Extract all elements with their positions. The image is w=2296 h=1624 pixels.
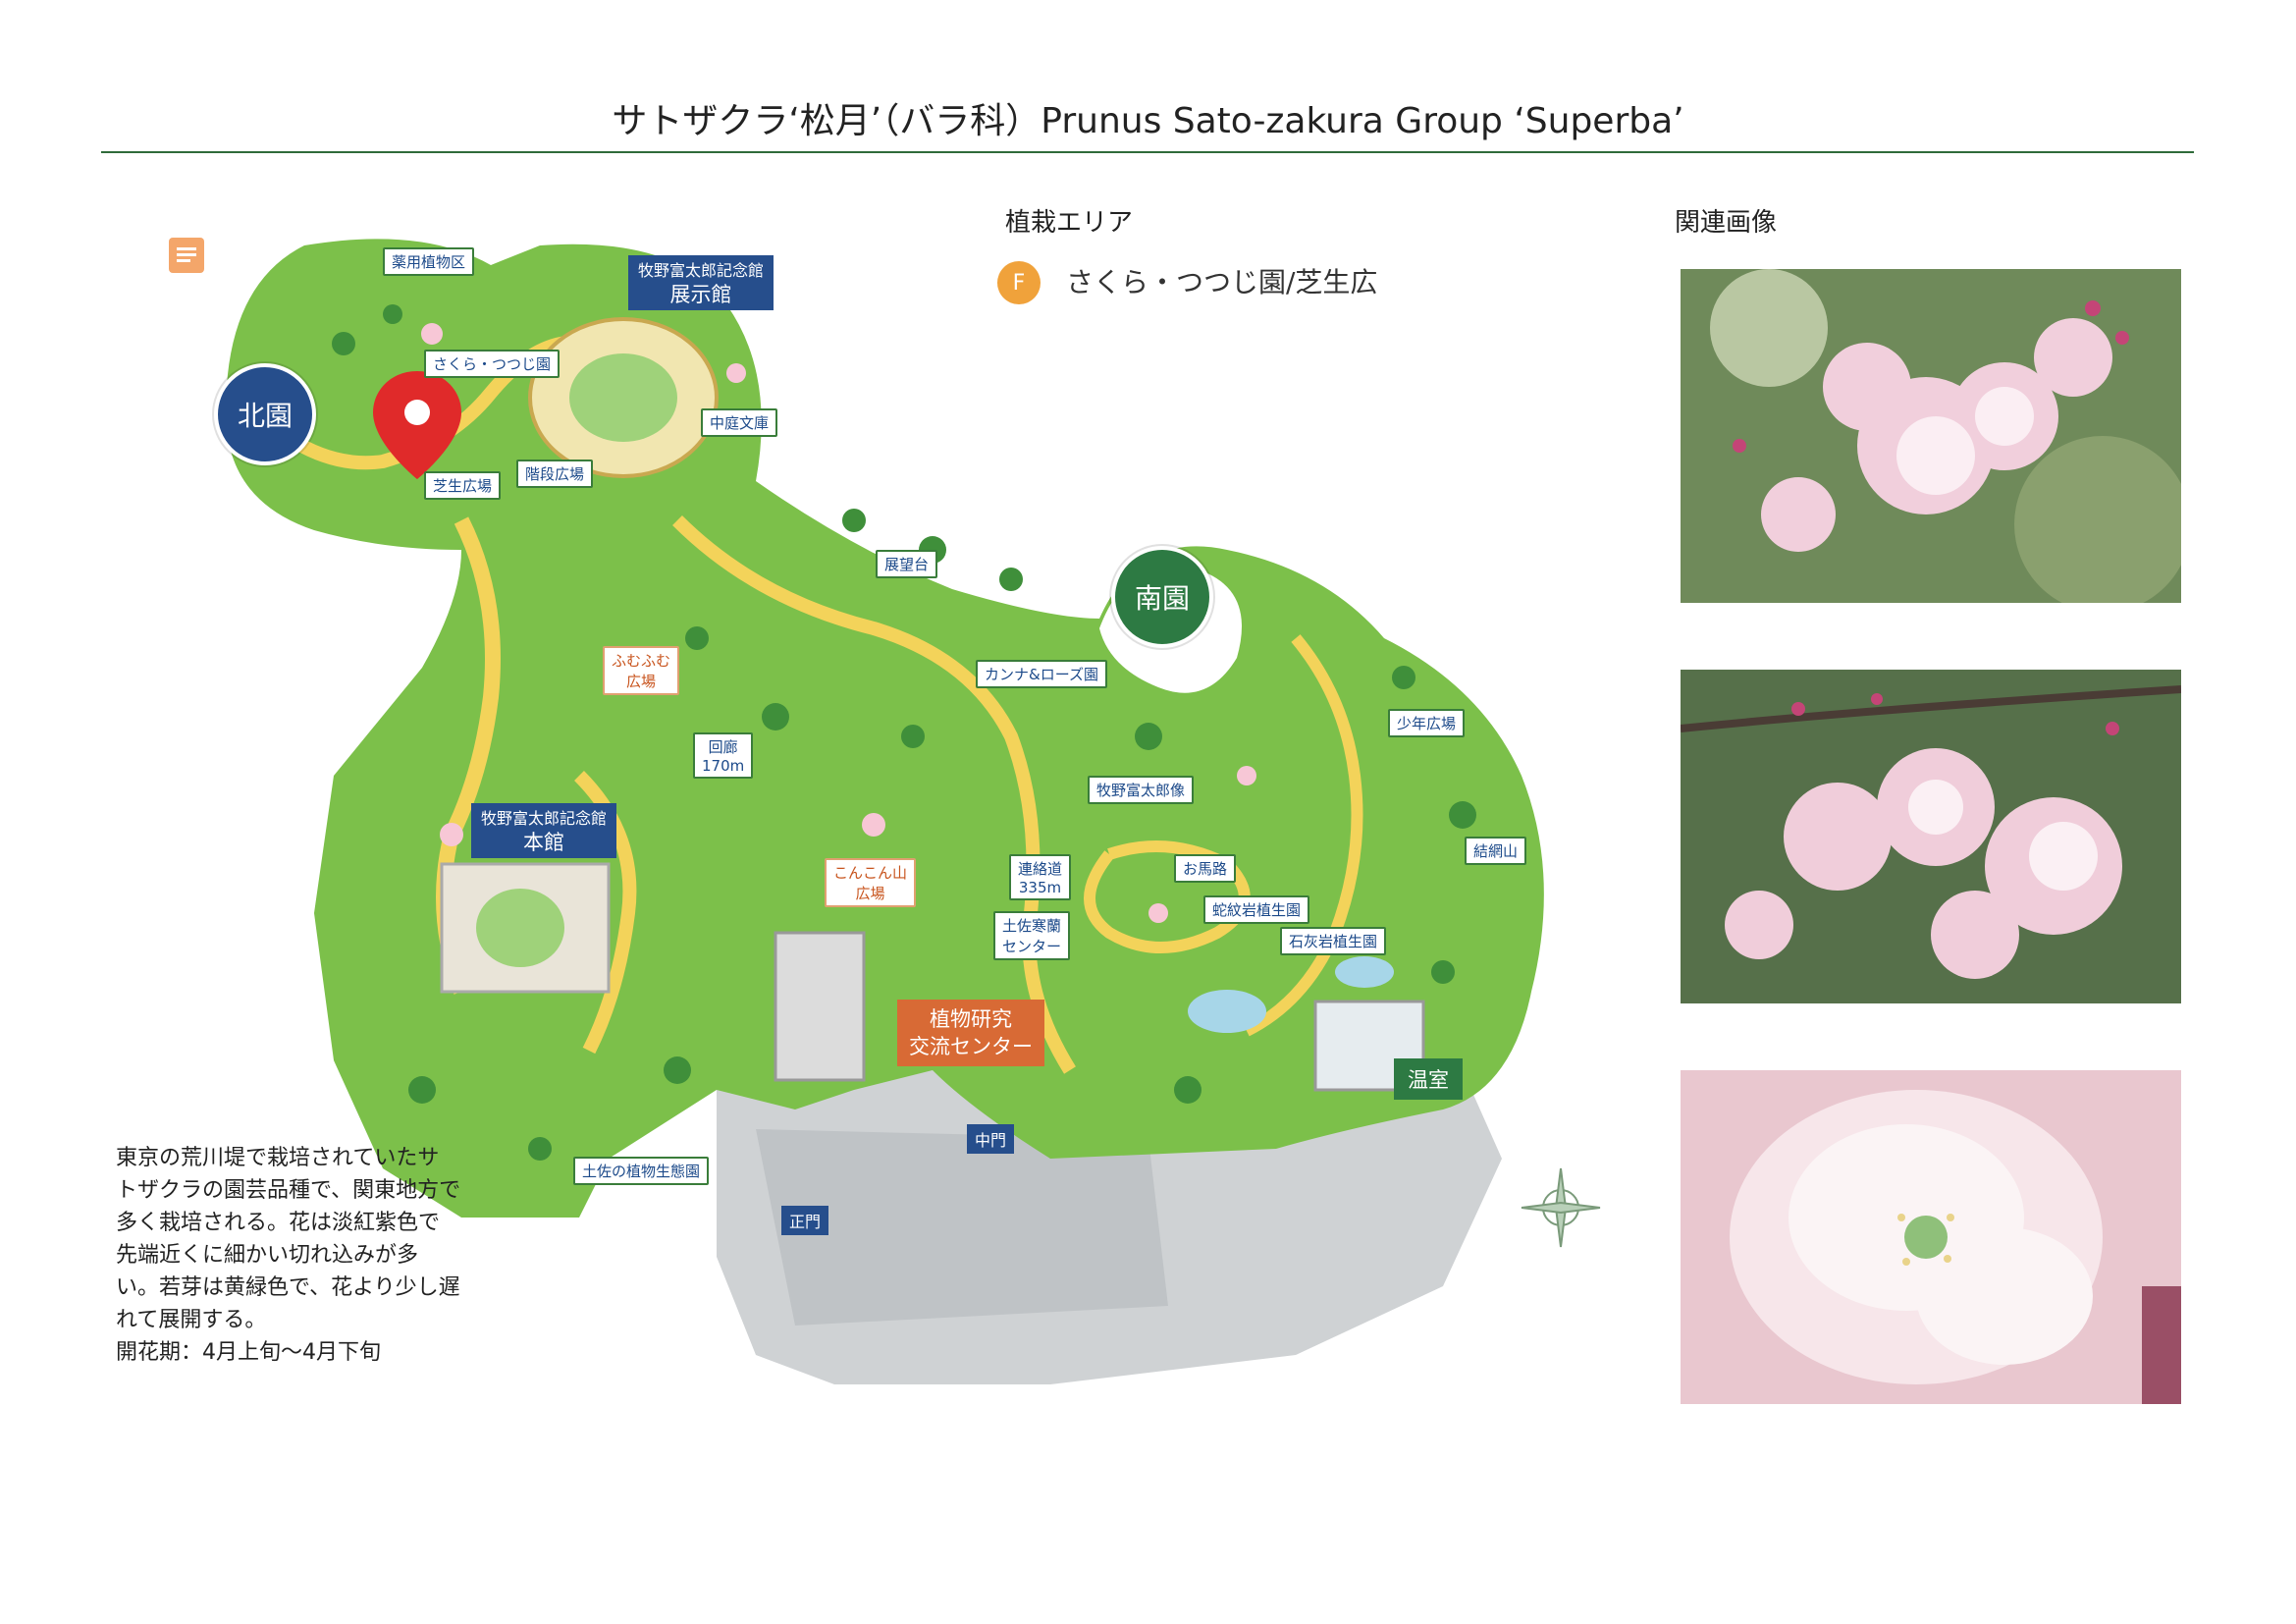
label-corridor[interactable]: 回廊 170m xyxy=(693,732,754,779)
label-tosa-kanran-1: 土佐寒蘭 xyxy=(1002,917,1062,935)
title-rule xyxy=(101,151,2194,153)
main-hall-line1: 牧野富太郎記念館 xyxy=(481,809,608,828)
description-line: 多く栽培される。花は淡紅紫色で xyxy=(116,1211,441,1235)
planting-area-heading: 植栽エリア xyxy=(1005,208,1134,238)
main-hall-label[interactable]: 牧野富太郎記念館 本館 xyxy=(471,803,617,858)
flowering-period: 開花期：4月上旬〜4月下旬 xyxy=(116,1340,381,1365)
compass-icon xyxy=(1521,1167,1601,1248)
label-tosa-kanran-2: センター xyxy=(1002,938,1062,955)
description-line: トザクラの園芸品種で、関東地方で xyxy=(116,1178,461,1203)
label-corridor-1: 回廊 xyxy=(708,738,738,756)
description-line: 先端近くに細かい切れ込みが多 xyxy=(116,1243,419,1268)
label-limestone[interactable]: 石灰岩植生園 xyxy=(1280,927,1387,955)
zone-south-badge[interactable]: 南園 xyxy=(1111,546,1213,648)
related-photo-2[interactable] xyxy=(1681,670,2181,1003)
label-ouma[interactable]: お馬路 xyxy=(1174,854,1237,883)
label-konkon-2: 広場 xyxy=(855,885,885,902)
label-fumufumu-1: ふむふむ xyxy=(612,652,671,670)
description-line: い。若芽は黄緑色で、花より少し遅 xyxy=(116,1275,460,1300)
label-courtyard[interactable]: 中庭文庫 xyxy=(701,408,778,437)
label-tosa-kanran[interactable]: 土佐寒蘭 センター xyxy=(993,911,1071,960)
main-hall-line2: 本館 xyxy=(523,831,564,854)
label-canna[interactable]: カンナ&ローズ園 xyxy=(976,660,1107,688)
description-line: れて展開する。 xyxy=(116,1308,267,1332)
related-photo-1[interactable] xyxy=(1681,269,2181,603)
label-serpentine[interactable]: 蛇紋岩植生園 xyxy=(1203,895,1310,924)
label-fumufumu-2: 広場 xyxy=(626,673,657,690)
label-sakura[interactable]: さくら・つつじ園 xyxy=(424,350,561,378)
page-title: サトザクラ‘松月’（バラ科）Prunus Sato-zakura Group ‘… xyxy=(612,101,1684,141)
label-lawn[interactable]: 芝生広場 xyxy=(424,471,502,500)
plant-description: 東京の荒川堤で栽培されていたサ トザクラの園芸品種で、関東地方で 多く栽培される… xyxy=(116,1142,508,1369)
related-images-heading: 関連画像 xyxy=(1675,208,1778,238)
main-gate-label[interactable]: 正門 xyxy=(781,1206,829,1235)
research-center-line2: 交流センター xyxy=(909,1035,1033,1058)
label-renraku-1: 連絡道 xyxy=(1018,860,1063,878)
greenhouse-label[interactable]: 温室 xyxy=(1394,1058,1463,1100)
label-observatory[interactable]: 展望台 xyxy=(876,550,938,578)
label-corridor-2: 170m xyxy=(702,757,745,775)
area-letter-badge: F xyxy=(997,261,1041,304)
exhibit-hall-line1: 牧野富太郎記念館 xyxy=(638,261,765,280)
label-tosa-ecology[interactable]: 土佐の植物生態園 xyxy=(573,1157,710,1185)
label-konkon[interactable]: こんこん山 広場 xyxy=(825,858,917,907)
label-renraku[interactable]: 連絡道 335m xyxy=(1009,854,1072,900)
research-center-line1: 植物研究 xyxy=(930,1007,1012,1031)
related-photo-3[interactable] xyxy=(1681,1070,2181,1404)
middle-gate-label[interactable]: 中門 xyxy=(967,1124,1015,1154)
research-center-label[interactable]: 植物研究 交流センター xyxy=(897,1000,1044,1066)
label-konkon-1: こんこん山 xyxy=(833,864,908,882)
label-stairs[interactable]: 階段広場 xyxy=(516,460,594,488)
exhibit-hall-line2: 展示館 xyxy=(669,283,732,306)
label-fumufumu[interactable]: ふむふむ 広場 xyxy=(603,646,680,695)
label-makino-statue[interactable]: 牧野富太郎像 xyxy=(1088,776,1195,804)
label-renraku-2: 335m xyxy=(1018,879,1062,896)
label-yuimoyama[interactable]: 結網山 xyxy=(1465,837,1527,865)
exhibit-hall-label[interactable]: 牧野富太郎記念館 展示館 xyxy=(628,255,774,310)
zone-north-badge[interactable]: 北園 xyxy=(214,363,316,465)
description-line: 東京の荒川堤で栽培されていたサ xyxy=(116,1146,440,1170)
label-medicinal[interactable]: 薬用植物区 xyxy=(383,247,475,276)
label-boys[interactable]: 少年広場 xyxy=(1388,709,1466,737)
planting-area-name: さくら・つつじ園/芝生広 xyxy=(1066,266,1378,298)
